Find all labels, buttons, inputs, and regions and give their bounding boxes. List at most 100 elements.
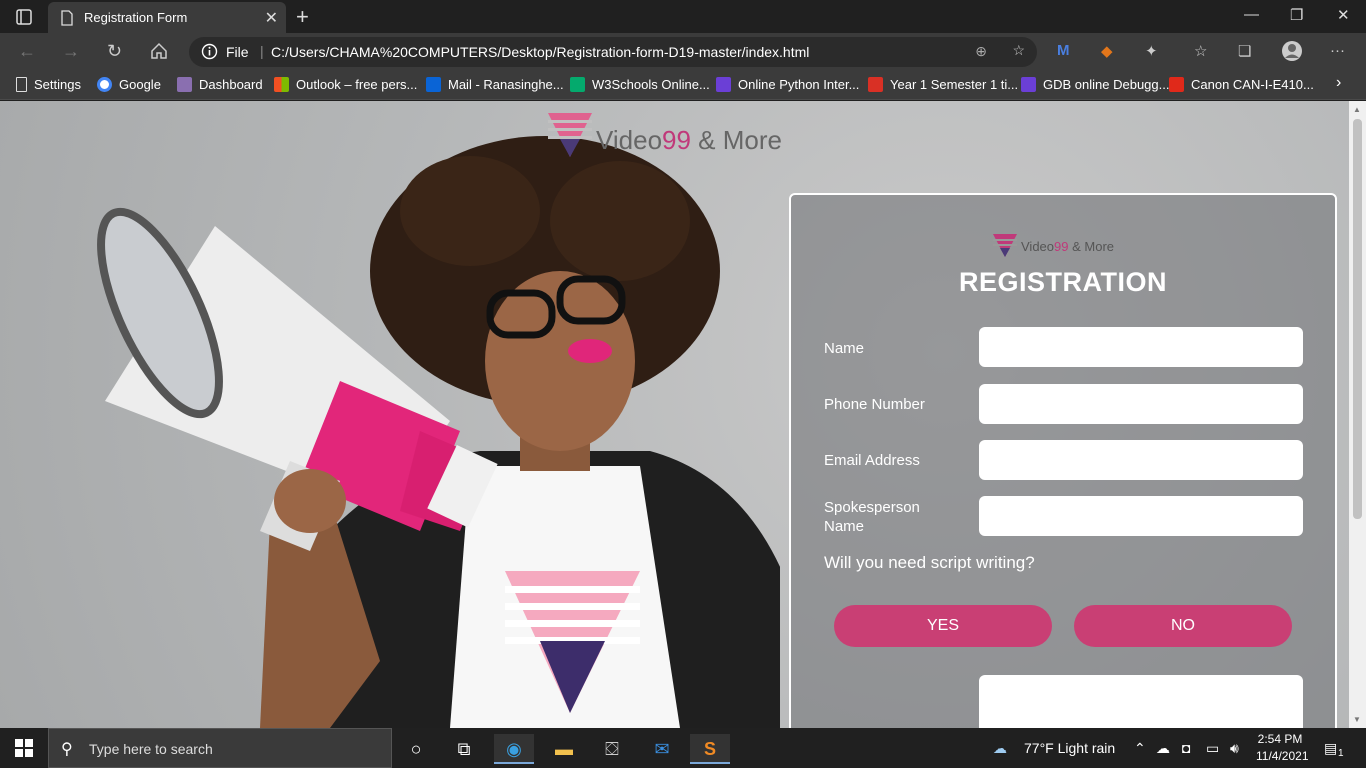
volume-icon[interactable]: 🔊︎	[1230, 740, 1239, 757]
notifications-icon[interactable]: ▤	[1324, 740, 1337, 757]
hero-illustration	[97, 136, 780, 728]
replit-icon	[716, 77, 731, 92]
name-input[interactable]	[979, 327, 1303, 367]
url-text[interactable]: C:/Users/CHAMA%20COMPUTERS/Desktop/Regis…	[271, 44, 809, 60]
bookmark-label: GDB online Debugg...	[1043, 77, 1170, 92]
network-icon[interactable]: ▭	[1206, 740, 1219, 757]
extensions-icon[interactable]: ✦	[1145, 42, 1158, 60]
sublime-text-icon[interactable]: S	[690, 734, 730, 764]
bookmarks-overflow-chevron-icon[interactable]: ›	[1336, 74, 1341, 92]
collections-icon[interactable]: ❏	[1238, 42, 1251, 60]
no-button[interactable]: NO	[1074, 605, 1292, 647]
new-tab-button[interactable]: +	[296, 4, 309, 30]
file-explorer-icon[interactable]: ▬	[544, 734, 584, 764]
zoom-icon[interactable]: ⊕	[975, 43, 987, 60]
brand-v-icon	[993, 234, 1017, 257]
brand-name-small: Video99 & More	[1021, 239, 1114, 254]
refresh-icon[interactable]: ↻	[107, 41, 122, 62]
bookmark-item[interactable]: W3Schools Online...	[570, 77, 710, 92]
gmail-icon	[868, 77, 883, 92]
profile-avatar-icon[interactable]	[1281, 40, 1303, 62]
active-tab[interactable]: Registration Form ✕	[48, 2, 286, 33]
card-brand-logo: Video99 & More	[993, 233, 1153, 259]
brand-name: Video99 & More	[596, 125, 782, 155]
onedrive-icon[interactable]: ☁	[1156, 740, 1170, 757]
clock[interactable]: 2:54 PM 11/4/2021	[1256, 731, 1309, 765]
tray-chevron-icon[interactable]: ⌃	[1134, 740, 1146, 757]
gdb-icon	[1021, 77, 1036, 92]
forward-icon[interactable]: →	[62, 41, 80, 62]
store-icon[interactable]: ⛋	[592, 734, 632, 764]
restore-icon[interactable]: ❐	[1290, 6, 1303, 24]
file-label: File	[226, 44, 249, 60]
bookmark-label: Year 1 Semester 1 ti...	[890, 77, 1019, 92]
bookmark-item[interactable]: GDB online Debugg...	[1021, 77, 1169, 92]
search-icon: ⚲	[61, 741, 73, 758]
edge-icon[interactable]: ◉	[494, 734, 534, 764]
notification-count: 1	[1338, 748, 1344, 759]
address-separator: |	[260, 43, 264, 59]
email-input[interactable]	[979, 440, 1303, 480]
minimize-icon[interactable]: —	[1244, 6, 1259, 23]
info-icon[interactable]	[201, 43, 218, 60]
mail-icon[interactable]: ✉	[642, 734, 682, 764]
weather-text[interactable]: 77°F Light rain	[1024, 740, 1115, 756]
spokesperson-input[interactable]	[979, 496, 1303, 536]
phone-input[interactable]	[979, 384, 1303, 424]
bookmark-item[interactable]: Outlook – free pers...	[274, 77, 417, 92]
favorites-icon[interactable]: ☆	[1194, 42, 1207, 60]
outlook-icon	[426, 77, 441, 92]
scroll-up-icon[interactable]: ▲	[1353, 105, 1361, 114]
yes-button[interactable]: YES	[834, 605, 1052, 647]
bookmark-item[interactable]: Settings	[16, 77, 81, 92]
taskbar-search[interactable]: ⚲ Type here to search	[48, 728, 392, 768]
windows-taskbar: ⚲ Type here to search ○ ⧉ ◉ ▬ ⛋ ✉ S ☁ 77…	[0, 728, 1366, 768]
close-window-icon[interactable]: ✕	[1337, 6, 1350, 24]
scrollbar-thumb[interactable]	[1353, 119, 1362, 519]
home-icon[interactable]	[150, 42, 168, 60]
extension-m-icon[interactable]: M	[1057, 42, 1070, 59]
bookmark-item[interactable]: Google	[97, 77, 161, 92]
bookmark-item[interactable]: Year 1 Semester 1 ti...	[868, 77, 1018, 92]
cortana-icon[interactable]: ○	[396, 734, 436, 764]
bookmark-item[interactable]: Mail - Ranasinghe...	[426, 77, 564, 92]
bookmark-label: Canon CAN-I-E410...	[1191, 77, 1314, 92]
address-bar[interactable]: File | C:/Users/CHAMA%20COMPUTERS/Deskto…	[189, 37, 1037, 67]
weather-icon[interactable]: ☁	[993, 740, 1007, 757]
bookmark-item[interactable]: Canon CAN-I-E410...	[1169, 77, 1314, 92]
bookmark-label: Dashboard	[199, 77, 263, 92]
scroll-down-icon[interactable]: ▼	[1353, 715, 1361, 724]
email-label: Email Address	[824, 452, 920, 469]
page-icon	[61, 10, 73, 26]
google-icon	[97, 77, 112, 92]
bookmark-label: Online Python Inter...	[738, 77, 860, 92]
bookmark-label: W3Schools Online...	[592, 77, 710, 92]
add-favorite-icon[interactable]: ☆	[1012, 42, 1025, 59]
meet-now-icon[interactable]: ◘	[1182, 740, 1190, 756]
additional-input[interactable]	[979, 675, 1303, 728]
vertical-scrollbar[interactable]: ▲ ▼	[1349, 101, 1366, 728]
more-menu-icon[interactable]: ···	[1330, 42, 1345, 59]
search-placeholder: Type here to search	[89, 741, 213, 757]
registration-card: Video99 & More REGISTRATION Name Phone N…	[789, 193, 1337, 728]
bookmark-label: Settings	[34, 77, 81, 92]
clock-time: 2:54 PM	[1257, 732, 1303, 746]
metamask-icon[interactable]: ◆	[1101, 42, 1113, 60]
clock-date: 11/4/2021	[1256, 749, 1309, 763]
back-icon[interactable]: ←	[18, 41, 36, 62]
w3schools-icon	[570, 77, 585, 92]
task-view-icon[interactable]: ⧉	[444, 734, 484, 764]
phone-label: Phone Number	[824, 396, 925, 413]
tab-title: Registration Form	[84, 10, 188, 25]
page-viewport: Video99 & More Video99 & More REGISTRATI…	[0, 101, 1349, 728]
close-tab-icon[interactable]: ✕	[265, 8, 278, 28]
bookmark-item[interactable]: Online Python Inter...	[716, 77, 859, 92]
page-icon	[16, 77, 27, 92]
address-bar-row: ← → ↻ File | C:/Users/CHAMA%20COMPUTERS/…	[0, 33, 1366, 70]
tab-actions-icon[interactable]	[10, 7, 38, 27]
bookmark-item[interactable]: Dashboard	[177, 77, 263, 92]
form-title: REGISTRATION	[959, 267, 1167, 297]
bookmark-label: Google	[119, 77, 161, 92]
canon-icon	[1169, 77, 1184, 92]
windows-start-icon[interactable]	[15, 739, 33, 757]
